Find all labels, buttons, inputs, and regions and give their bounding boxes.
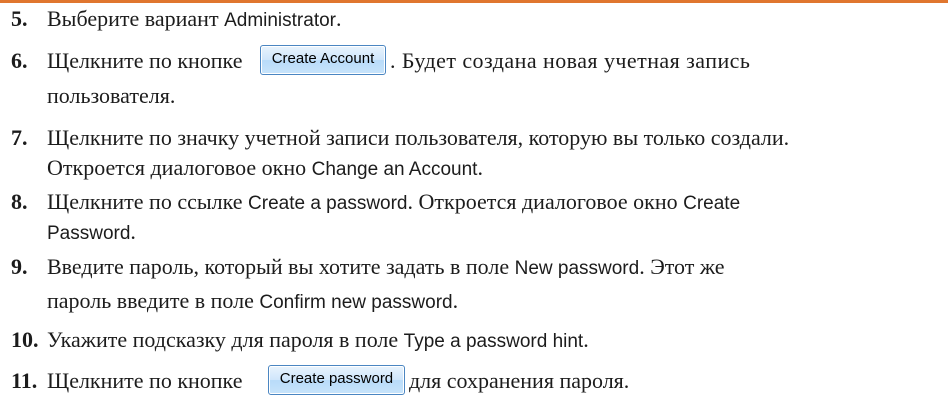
- step-7-line-1: Щелкните по значку учетной записи пользо…: [47, 125, 790, 150]
- step-9-line-1: Введите пароль, который вы хотите задать…: [47, 254, 725, 279]
- ui-term-change-an-account: Change an Account: [311, 159, 478, 180]
- create-password-button[interactable]: Create password: [267, 364, 405, 395]
- ui-term-password: Password: [47, 223, 131, 244]
- step-number: 7.: [11, 125, 28, 150]
- step-6-line-2: пользователя.: [47, 83, 176, 108]
- step-9-line-2: пароль введите в поле Confirm new passwo…: [47, 288, 459, 313]
- step-number: 5.: [11, 6, 28, 31]
- top-accent-rule: [0, 0, 948, 3]
- step-10-line-1: Укажите подсказку для пароля в поле Type…: [47, 327, 589, 352]
- step-number: 6.: [11, 48, 28, 73]
- ui-term-type-a-password-hint: Type a password hint: [403, 331, 584, 352]
- ui-term-confirm-new-password: Confirm new password: [259, 292, 453, 313]
- ui-term-new-password: New password: [514, 258, 640, 279]
- ui-term-create-a-password: Create a password: [248, 193, 408, 214]
- step-11-line-1: Щелкните по кнопке Create password для со…: [47, 364, 629, 396]
- step-6-line-1: Щелкните по кнопке Create Account. Будет…: [47, 44, 750, 76]
- ui-term-create: Create: [683, 193, 741, 214]
- step-5-line-1: Выберите вариант Administrator.: [47, 6, 342, 31]
- step-8-line-1: Щелкните по ссылке Create a password. От…: [47, 189, 741, 214]
- step-7-line-2: Откроется диалоговое окно Change an Acco…: [47, 155, 483, 180]
- step-8-line-2: Password.: [47, 219, 136, 244]
- step-number: 8.: [11, 189, 28, 214]
- step-number: 10.: [11, 327, 39, 352]
- step-number: 11.: [11, 368, 38, 393]
- create-account-button[interactable]: Create Account: [259, 44, 386, 75]
- step-number: 9.: [11, 254, 28, 279]
- ui-term-administrator: Administrator: [224, 10, 336, 31]
